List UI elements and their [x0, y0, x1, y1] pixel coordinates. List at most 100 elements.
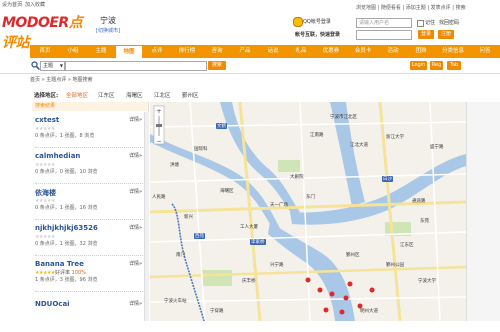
result-stats: 0 条点评，1 张图，32 浏览 [35, 241, 98, 247]
search-button[interactable]: 搜索 [208, 61, 226, 70]
nav-item-3[interactable]: 地图 [116, 45, 142, 59]
breadcrumb-text[interactable]: 首页 » 主题点评 » 地图搜索 [30, 76, 92, 83]
map-tag-baisha: 白沙 [382, 176, 393, 182]
area-jiangdong[interactable]: 江东区 [98, 91, 115, 99]
nav-item-12[interactable]: 活动 [380, 45, 406, 58]
result-item[interactable]: calmhedian 详情» ★★★★★ 0 条点评，0 张图，10 浏览 [35, 152, 145, 184]
nav-item-1[interactable]: 小组 [60, 45, 86, 58]
map-label: 海曙区 [220, 189, 234, 194]
result-detail-link[interactable]: 详情» [129, 116, 142, 123]
remember-label: 记住 [425, 20, 436, 26]
map-label: 明州大道 [360, 309, 378, 314]
username-input[interactable]: 请输入用户名 [356, 18, 412, 28]
nav-item-11[interactable]: 会员卡 [348, 45, 378, 58]
result-title[interactable]: NDUOcai [35, 300, 70, 308]
nav-item-2[interactable]: 主题 [88, 45, 114, 58]
right-button-2[interactable]: Reg [430, 61, 443, 70]
result-title[interactable]: njkhjkhjkj63526 [35, 224, 98, 232]
result-detail-link[interactable]: 详情» [129, 300, 142, 307]
login-button[interactable]: 登录 [418, 30, 434, 39]
result-rating-value: 100% [71, 270, 86, 276]
nav-item-7[interactable]: 产品 [232, 45, 258, 58]
result-title[interactable]: calmhedian [35, 152, 80, 160]
area-filter-label: 选择地区: [34, 93, 59, 99]
result-item[interactable]: njkhjkhjkj63526 详情» ★★★★★ 0 条点评，1 张图，32 浏览 [35, 224, 145, 256]
result-item[interactable]: 依海楼 详情» ★★★★★ 0 条点评，1 张图，16 浏览 [35, 188, 145, 220]
search-icon [31, 61, 41, 71]
remember-checkbox[interactable] [417, 20, 424, 27]
result-rating-label: 好评率 [55, 270, 71, 276]
switch-city-link[interactable]: [切换城市] [96, 27, 120, 34]
chevron-down-icon: ▼ [59, 63, 63, 68]
right-button-3[interactable]: Tab [447, 61, 461, 70]
result-rating: 好评率 100% [55, 269, 86, 276]
map-label: 通途路 [412, 199, 426, 204]
map-label: 江南路 [310, 133, 324, 138]
map-label: 宁波大学 [418, 279, 436, 284]
result-divider [35, 147, 147, 148]
header-link-add-topic[interactable]: 添加主题 [406, 5, 426, 11]
map-label: 鄞州公园 [386, 263, 404, 268]
map-label: 鄞州区 [346, 253, 360, 258]
result-title[interactable]: 依海楼 [35, 188, 56, 198]
header-link-search[interactable]: 搜索 [456, 5, 466, 11]
map-view[interactable]: + − 国际科 洪塘 海曙区 人民路 江东区 宁波市江北区 新兴 工人大厦 南门 鄞州区 天一广场宁… [150, 102, 466, 321]
result-divider [35, 291, 147, 292]
forgot-password-link[interactable]: 找回密码 [439, 19, 459, 26]
map-label: 盛宁路 [430, 145, 444, 150]
nav-item-5[interactable]: 排行榜 [172, 45, 202, 58]
qq-login-box[interactable]: QQ帐号登录 帐号互联，快速登录 [293, 17, 348, 39]
svg-text:+: + [156, 108, 161, 115]
header-link-random[interactable]: 随便看看 [381, 5, 401, 11]
map-label: 天一广场 [270, 203, 288, 208]
result-item[interactable]: Banana Tree 详情» ★★★★★ 1 条点评，3 张图，96 浏览 好评率 1… [35, 260, 145, 292]
top-bar-divider: | [21, 1, 23, 7]
nav-item-14[interactable]: 分类信息 [436, 45, 470, 58]
header-links: 浏览地图 | 随便看看 | 添加主题 | 发表点评 | 搜索 [356, 5, 466, 11]
add-favorite-link[interactable]: 加入收藏 [25, 1, 45, 8]
site-logo[interactable]: MODOER点评站 [2, 12, 94, 51]
map-canvas[interactable]: + − [150, 102, 466, 321]
search-type-select[interactable]: 主题 ▼ [40, 61, 65, 71]
right-button-1[interactable]: Login [410, 61, 427, 70]
result-detail-link[interactable]: 详情» [129, 260, 142, 267]
map-label: 东苑 [420, 219, 429, 224]
search-type-value: 主题 [43, 63, 54, 69]
result-item[interactable]: cxtest 详情» ★★★★★ 0 条点评，1 张图，8 浏览 [35, 116, 145, 148]
nav-item-13[interactable]: 团购 [408, 45, 434, 58]
qq-login-label[interactable]: QQ帐号登录 [303, 18, 331, 25]
qq-icon [293, 17, 303, 27]
result-item[interactable]: NDUOcai 详情» [35, 300, 145, 332]
nav-item-4[interactable]: 点评 [144, 45, 170, 58]
area-jiangbei[interactable]: 江北区 [154, 91, 171, 99]
nav-item-15[interactable]: 问答 [472, 45, 498, 58]
svg-text:−: − [156, 138, 161, 145]
map-label: 人民路 [152, 195, 166, 200]
nav-item-10[interactable]: 优惠券 [316, 45, 346, 58]
nav-item-6[interactable]: 咨询 [204, 45, 230, 58]
map-label: 庆丰桥 [242, 279, 256, 284]
set-homepage-link[interactable]: 设为首页 [2, 1, 22, 8]
area-yinzhou[interactable]: 鄞州区 [182, 91, 199, 99]
header-link-review[interactable]: 发表点评 [431, 5, 451, 11]
sidebar-scrollbar[interactable] [144, 112, 149, 321]
search-input[interactable] [65, 61, 207, 71]
nav-item-8[interactable]: 话说 [260, 45, 286, 58]
area-haishu[interactable]: 海曙区 [126, 91, 143, 99]
nav-item-0[interactable]: 首页 [32, 45, 58, 58]
login-panel: 浏览地图 | 随便看看 | 添加主题 | 发表点评 | 搜索 请输入用户名 记住… [356, 5, 496, 42]
map-label: 浙江大学 [386, 135, 404, 140]
area-filter: 选择地区: 全部地区 江东区 海曙区 江北区 鄞州区 [0, 88, 500, 101]
result-detail-link[interactable]: 详情» [129, 224, 142, 231]
result-title[interactable]: cxtest [35, 116, 59, 124]
register-button[interactable]: 注册 [438, 30, 454, 39]
map-tag-ximen: 西苑 [194, 233, 205, 239]
header-link-map[interactable]: 浏览地图 [356, 5, 376, 11]
result-detail-link[interactable]: 详情» [129, 152, 142, 159]
nav-item-9[interactable]: 礼品 [288, 45, 314, 58]
result-divider [35, 183, 147, 184]
result-title[interactable]: Banana Tree [35, 260, 84, 268]
area-all[interactable]: 全部地区 [66, 91, 88, 99]
password-input[interactable] [356, 30, 412, 40]
result-detail-link[interactable]: 详情» [129, 188, 142, 195]
